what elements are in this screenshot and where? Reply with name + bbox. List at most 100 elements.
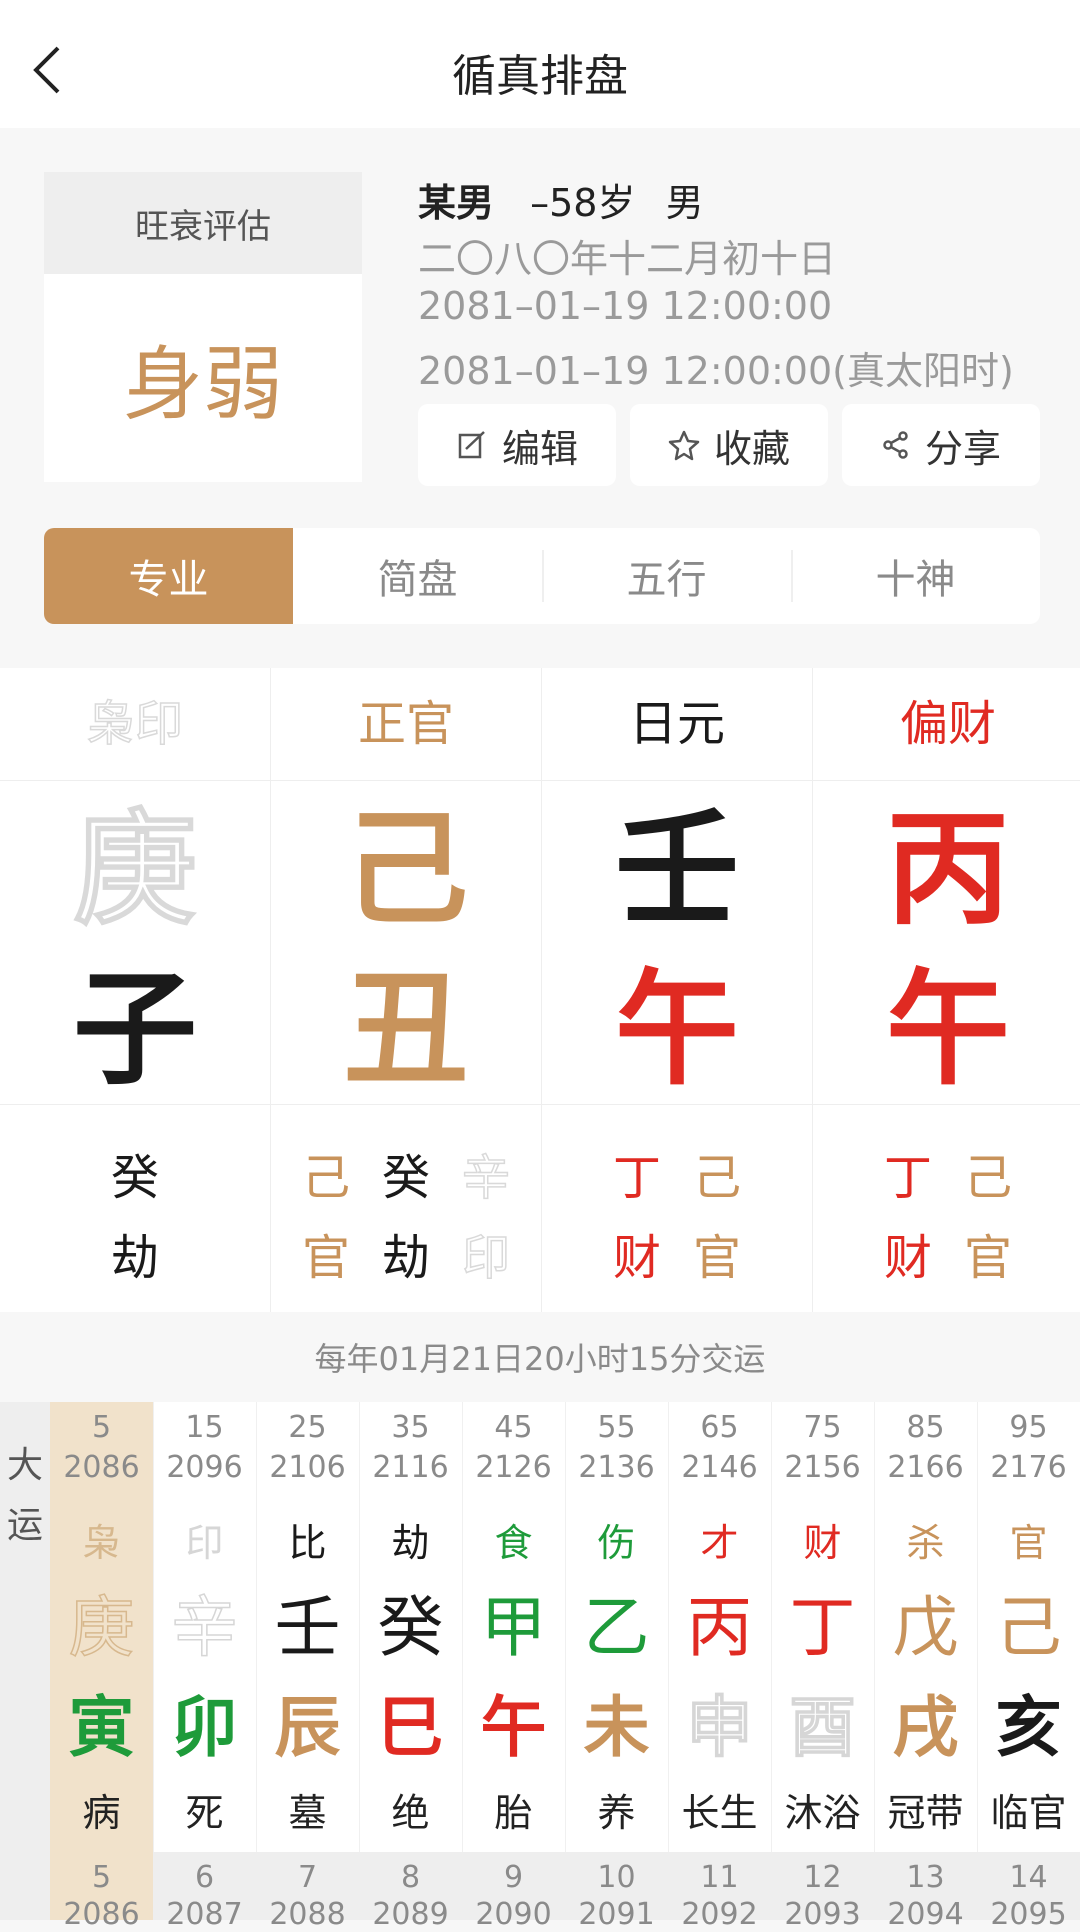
luck-start-year: 2116: [372, 1450, 449, 1485]
pillar-ten-god: 偏财: [899, 696, 996, 752]
yearly-luck-item[interactable]: 11 2092: [668, 1852, 771, 1932]
luck-start-age: 55: [597, 1410, 636, 1445]
luck-branch: 午: [480, 1689, 547, 1766]
strength-card: 旺衰评估 身弱: [44, 172, 362, 482]
profile-name: 某男: [418, 181, 495, 225]
yearly-age: 5: [91, 1860, 112, 1895]
tab-simple[interactable]: 简盘: [293, 528, 542, 624]
hidden-stem-god: 财: [612, 1230, 661, 1286]
luck-start-age: 75: [803, 1410, 842, 1445]
pillar-ten-god: 日元: [628, 696, 725, 752]
yearly-luck-item[interactable]: 13 2094: [874, 1852, 977, 1932]
luck-start-year: 2106: [269, 1450, 346, 1485]
great-luck-column[interactable]: 15 2096 印辛卯死: [153, 1402, 256, 1852]
hidden-stem-god: 印: [461, 1229, 511, 1287]
yearly-luck-item[interactable]: 10 2091: [565, 1852, 668, 1932]
great-luck-column[interactable]: 95 2176 官己亥临官: [977, 1402, 1080, 1852]
column-divider: [874, 1402, 875, 1852]
heavenly-stem: 丙: [885, 798, 1010, 942]
hidden-stem: 丁: [612, 1150, 661, 1206]
four-pillars: 枭印庚子癸劫正官己丑己官癸劫辛印日元壬午丁财己官偏财丙午丁财己官: [0, 668, 1080, 1312]
luck-ten-god: 枭: [82, 1521, 121, 1565]
tab-ten-gods[interactable]: 十神: [791, 528, 1040, 624]
yearly-year: 2091: [578, 1897, 655, 1932]
tab-five-elements[interactable]: 五行: [542, 528, 791, 624]
great-luck-column[interactable]: 5 2086 枭庚寅病: [50, 1402, 153, 1852]
luck-ten-god: 财: [803, 1521, 842, 1565]
column-divider: [359, 1402, 360, 1852]
great-luck-label-1: 大: [6, 1445, 43, 1486]
profile-gender: 男: [665, 181, 704, 225]
luck-branch: 未: [583, 1689, 650, 1766]
star-icon: [668, 430, 700, 461]
hidden-stem-god: 官: [692, 1230, 741, 1286]
pillar-ten-god: 枭印: [86, 695, 184, 753]
great-luck-column[interactable]: 85 2166 杀戊戌冠带: [874, 1402, 977, 1852]
hidden-stem-god: 官: [301, 1230, 350, 1286]
tab-professional[interactable]: 专业: [44, 528, 293, 624]
yearly-year: 2094: [887, 1897, 964, 1932]
great-luck-label-2: 运: [6, 1505, 43, 1546]
luck-branch: 寅: [68, 1689, 135, 1766]
great-luck-label: 大 运: [0, 1402, 50, 1920]
luck-start-age: 85: [906, 1410, 945, 1445]
edit-button[interactable]: 编辑: [418, 404, 616, 486]
luck-start-year: 2126: [475, 1450, 552, 1485]
view-tabs: 专业 简盘 五行 十神: [44, 528, 1040, 624]
yearly-year: 2088: [269, 1897, 346, 1932]
luck-branch: 巳: [377, 1689, 444, 1766]
page-title: 循真排盘: [452, 51, 628, 102]
luck-stem: 己: [995, 1589, 1062, 1666]
great-luck-column[interactable]: 65 2146 才丙申长生: [668, 1402, 771, 1852]
life-stage: 胎: [494, 1791, 533, 1835]
yearly-luck-item[interactable]: 9 2090: [462, 1852, 565, 1932]
luck-ten-god: 官: [1009, 1521, 1048, 1565]
yearly-luck-item[interactable]: 12 2093: [771, 1852, 874, 1932]
luck-branch: 酉: [789, 1688, 857, 1767]
hidden-stem-god: 官: [963, 1230, 1012, 1286]
luck-stem: 戊: [892, 1589, 959, 1666]
hidden-stem: 己: [301, 1150, 350, 1206]
luck-ten-god: 伤: [597, 1521, 636, 1565]
yearly-age: 11: [700, 1860, 739, 1895]
great-luck-column[interactable]: 45 2126 食甲午胎: [462, 1402, 565, 1852]
hidden-stem: 己: [692, 1150, 741, 1206]
life-stage: 病: [82, 1791, 121, 1835]
great-luck-column[interactable]: 75 2156 财丁酉沐浴: [771, 1402, 874, 1852]
yearly-age: 12: [803, 1860, 842, 1895]
luck-start-age: 45: [494, 1410, 533, 1445]
yearly-year: 2086: [63, 1897, 140, 1932]
share-icon: [883, 431, 908, 459]
luck-start-year: 2136: [578, 1450, 655, 1485]
luck-stem: 丁: [789, 1589, 856, 1666]
column-divider: [153, 1402, 154, 1852]
great-luck-column[interactable]: 35 2116 劫癸巳绝: [359, 1402, 462, 1852]
edit-label: 编辑: [501, 426, 578, 471]
yearly-luck-strip: 5 2086 6 2087 7 2088 8 2089 9 2090 10 2091 11 2092 12 2…: [50, 1852, 1080, 1932]
column-divider: [462, 1402, 463, 1852]
great-luck-column[interactable]: 55 2136 伤乙未养: [565, 1402, 668, 1852]
yearly-luck-item[interactable]: 8 2089: [359, 1852, 462, 1932]
life-stage: 墓: [288, 1791, 327, 1835]
solar-time: 2081–01–19 12:00:00: [418, 284, 833, 328]
favorite-button[interactable]: 收藏: [630, 404, 828, 486]
luck-start-age: 25: [288, 1410, 327, 1445]
luck-stem: 乙: [583, 1589, 650, 1666]
lunar-date: 二〇八〇年十二月初十日: [418, 237, 837, 281]
share-button[interactable]: 分享: [842, 404, 1040, 486]
yearly-year: 2092: [681, 1897, 758, 1932]
life-stage: 冠带: [887, 1791, 964, 1835]
pillar-ten-god: 正官: [357, 696, 454, 752]
hidden-stem: 丁: [883, 1150, 932, 1206]
luck-branch: 亥: [995, 1689, 1062, 1766]
luck-stem: 癸: [377, 1589, 444, 1666]
great-luck-column[interactable]: 25 2106 比壬辰墓: [256, 1402, 359, 1852]
hidden-stem: 癸: [110, 1150, 159, 1206]
yearly-luck-item[interactable]: 5 2086: [50, 1852, 153, 1932]
yearly-luck-item[interactable]: 6 2087: [153, 1852, 256, 1932]
yearly-luck-item[interactable]: 14 2095: [977, 1852, 1080, 1932]
yearly-luck-item[interactable]: 7 2088: [256, 1852, 359, 1932]
luck-branch: 卯: [171, 1689, 238, 1766]
luck-start-year: 2156: [784, 1450, 861, 1485]
luck-start-age: 15: [185, 1410, 224, 1445]
